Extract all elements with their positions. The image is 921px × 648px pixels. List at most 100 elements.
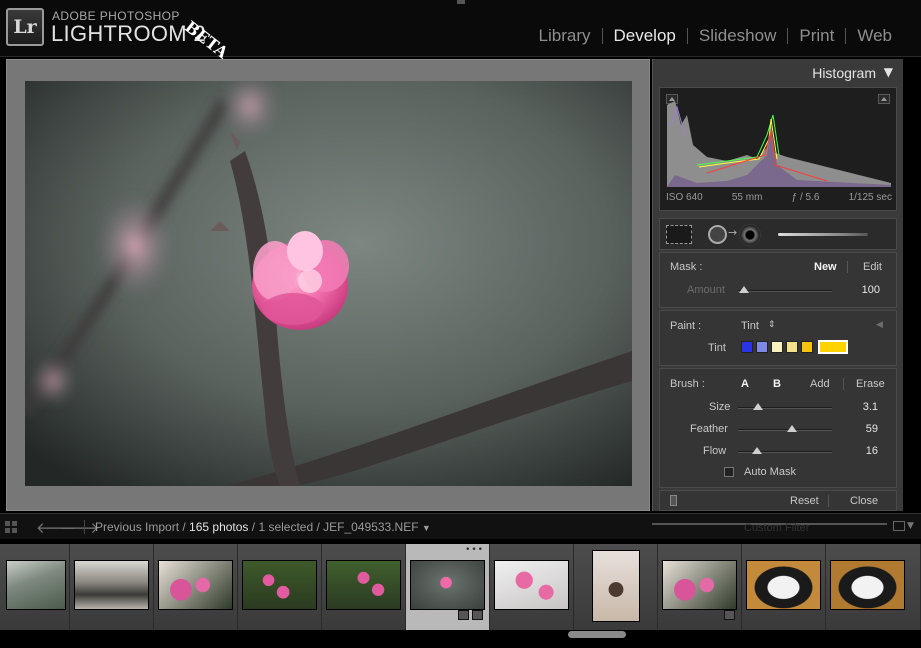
- develop-badge-icon: [724, 610, 735, 620]
- filmstrip-cell[interactable]: [238, 544, 322, 630]
- adjustment-brush-icon[interactable]: [778, 233, 868, 236]
- red-eye-correction-icon[interactable]: [739, 224, 761, 246]
- brush-label: Brush :: [670, 378, 705, 390]
- filmstrip-cell[interactable]: [154, 544, 238, 630]
- thumbnail-child-portrait[interactable]: [592, 550, 640, 622]
- filmstrip-cell[interactable]: [70, 544, 154, 630]
- auto-mask-label: Auto Mask: [744, 466, 796, 478]
- grid-view-icon[interactable]: [5, 521, 17, 533]
- paint-mode-select[interactable]: Tint: [741, 320, 759, 332]
- thumbnail-rice-cakes-plate[interactable]: [746, 560, 821, 610]
- tint-swatch-light-yellow[interactable]: [786, 341, 798, 353]
- selection-count: 1 selected: [258, 520, 314, 534]
- exif-readout: ISO 640 55 mm ƒ / 5.6 1/125 sec: [666, 192, 892, 203]
- thumbnail-temple-gate[interactable]: [6, 560, 66, 610]
- module-picker: Library Develop Slideshow Print Web: [528, 26, 903, 46]
- filmstrip-cell[interactable]: [0, 544, 70, 630]
- brush-a-button[interactable]: A: [741, 378, 749, 390]
- thumbnail-pink-blossoms-green[interactable]: [242, 560, 317, 610]
- loupe-view[interactable]: [6, 59, 650, 511]
- tint-swatch-gold[interactable]: [801, 341, 813, 353]
- filmstrip-cell[interactable]: [322, 544, 406, 630]
- brush-erase-button[interactable]: Erase: [856, 378, 885, 390]
- filmstrip-cell[interactable]: [658, 544, 742, 630]
- module-print[interactable]: Print: [788, 26, 845, 46]
- filmstrip-cell[interactable]: [742, 544, 826, 630]
- shutter-speed-value: 1/125 sec: [848, 192, 892, 203]
- module-web[interactable]: Web: [846, 26, 903, 46]
- custom-filter-select[interactable]: Custom Filter: [744, 522, 809, 534]
- amount-value: 100: [861, 284, 880, 296]
- module-library[interactable]: Library: [528, 26, 602, 46]
- forward-arrow-icon[interactable]: 🡒: [59, 518, 99, 537]
- flow-slider-thumb[interactable]: [752, 447, 762, 454]
- tint-swatch-periwinkle[interactable]: [756, 341, 768, 353]
- feather-slider-thumb[interactable]: [787, 425, 797, 432]
- tint-label: Tint: [708, 342, 726, 354]
- more-options-icon[interactable]: •••: [465, 545, 484, 555]
- thumbnail-blossom-cluster-white[interactable]: [494, 560, 569, 610]
- tint-swatch-blue[interactable]: [741, 341, 753, 353]
- mask-edit-button[interactable]: Edit: [863, 261, 882, 273]
- disclosure-triangle-icon[interactable]: ◀: [876, 319, 883, 330]
- thumbnail-single-blossom[interactable]: [410, 560, 485, 610]
- filmstrip-scrollbar[interactable]: [568, 631, 626, 638]
- close-button[interactable]: Close: [850, 495, 878, 507]
- size-label: Size: [709, 401, 731, 413]
- thumbnail-plum-blossom-branch-2[interactable]: [662, 560, 737, 610]
- chevron-down-icon[interactable]: ▼: [907, 521, 914, 531]
- photo-count: 165 photos: [189, 520, 249, 534]
- collapse-triangle-icon[interactable]: ▼: [884, 65, 893, 79]
- second-window-icon[interactable]: [893, 521, 905, 531]
- crop-overlay-icon[interactable]: [666, 225, 692, 244]
- auto-mask-checkbox[interactable]: [724, 467, 734, 477]
- paint-label: Paint :: [670, 320, 702, 332]
- chevron-updown-icon[interactable]: ⇕: [768, 319, 776, 330]
- thumbnail-temple-building[interactable]: [74, 560, 149, 610]
- brush-section: Brush : A B Add Erase Size 3.1 Feather 5…: [659, 368, 897, 488]
- divider: [843, 378, 844, 390]
- histogram-header[interactable]: Histogram ▼: [653, 59, 904, 85]
- panel-switch-icon[interactable]: [670, 495, 677, 506]
- amount-slider[interactable]: [738, 290, 832, 292]
- develop-badge-icon: [472, 610, 483, 620]
- panel-toggle-notch[interactable]: [457, 0, 465, 4]
- filmstrip-cells: •••: [0, 544, 921, 630]
- paint-section: Paint : Tint ⇕ ◀ Tint: [659, 310, 897, 366]
- filmstrip-cell[interactable]: [574, 544, 658, 630]
- amount-label: Amount: [687, 284, 725, 296]
- spot-removal-icon[interactable]: [708, 225, 727, 244]
- module-slideshow[interactable]: Slideshow: [688, 26, 788, 46]
- thumbnail-rice-cakes-plate-2[interactable]: [830, 560, 905, 610]
- top-bar: Lr ADOBE PHOTOSHOP LIGHTROOM 2 BETA Libr…: [0, 0, 921, 62]
- mask-label: Mask :: [670, 261, 703, 273]
- filmstrip-cell[interactable]: [826, 544, 921, 630]
- dropdown-arrow-icon[interactable]: ▼: [422, 523, 431, 533]
- brand-title: LIGHTROOM 2: [51, 21, 206, 46]
- histogram-graph: [667, 101, 891, 187]
- module-develop[interactable]: Develop: [603, 26, 687, 46]
- filmstrip-cell[interactable]: [490, 544, 574, 630]
- filmstrip: •••: [0, 541, 921, 648]
- main-photo[interactable]: [25, 81, 632, 486]
- brush-b-button[interactable]: B: [773, 378, 781, 390]
- tint-swatch-cream[interactable]: [771, 341, 783, 353]
- histogram-title: Histogram: [812, 65, 876, 81]
- amount-slider-thumb[interactable]: [739, 286, 749, 293]
- reset-button[interactable]: Reset: [790, 495, 819, 507]
- thumbnail-pink-blossoms-green-2[interactable]: [326, 560, 401, 610]
- focal-length-value: 55 mm: [731, 192, 763, 203]
- arrow-right-icon: →: [728, 226, 738, 239]
- filmstrip-cell-selected[interactable]: •••: [406, 544, 490, 630]
- thumbnail-plum-blossom-branch[interactable]: [158, 560, 233, 610]
- size-slider-thumb[interactable]: [753, 403, 763, 410]
- current-tint-swatch[interactable]: [818, 340, 848, 354]
- current-filename: JEF_049533.NEF: [323, 520, 419, 534]
- brush-add-button[interactable]: Add: [810, 378, 830, 390]
- mask-section: Mask : New Edit Amount 100: [659, 252, 897, 308]
- mask-new-button[interactable]: New: [814, 261, 837, 273]
- histogram[interactable]: ISO 640 55 mm ƒ / 5.6 1/125 sec: [659, 87, 897, 211]
- filmstrip-source-info[interactable]: Previous Import / 165 photos / 1 selecte…: [95, 520, 431, 534]
- size-value: 3.1: [862, 401, 878, 413]
- feather-slider[interactable]: [738, 429, 832, 431]
